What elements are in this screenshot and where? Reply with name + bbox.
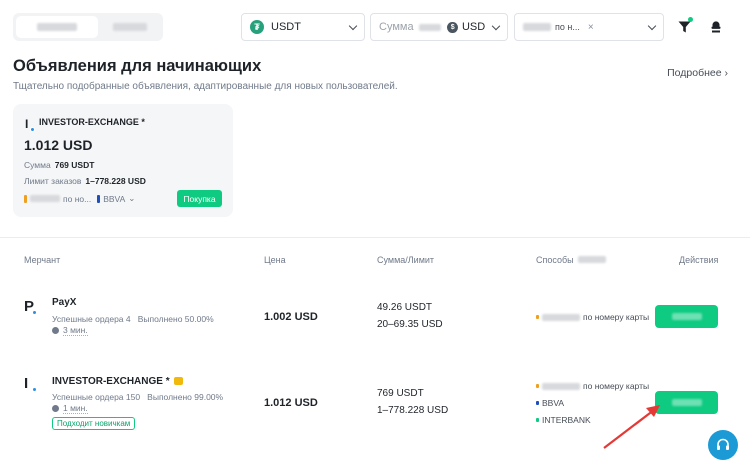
header-amount-limit: Сумма/Лимит <box>377 255 435 265</box>
avatar: I <box>25 117 39 132</box>
ad-amount: 769 USDT <box>377 388 424 399</box>
annotation-arrow-icon <box>603 405 660 449</box>
featured-limit: Лимит заказов 1–778.228 USD <box>24 176 146 186</box>
ad-amount: 49.26 USDT <box>377 302 433 313</box>
bank-indicator <box>24 194 27 203</box>
response-time: 1 мин. <box>52 403 88 414</box>
tab-sell[interactable] <box>100 16 160 38</box>
ad-price: 1.002 USD <box>264 311 318 323</box>
response-time: 3 мин. <box>52 325 88 336</box>
chevron-down-icon[interactable] <box>491 21 501 30</box>
header-price: Цена <box>264 255 286 265</box>
online-dot <box>30 127 35 132</box>
amount-placeholder: Сумма <box>379 21 414 33</box>
trade-type-toggle <box>13 13 163 41</box>
filter-icon <box>678 21 690 33</box>
ad-limit: 1–778.228 USD <box>377 405 449 416</box>
buy-button[interactable] <box>655 305 718 328</box>
payment-method: по номеру карты <box>536 381 649 391</box>
merchant-stats: Успешные ордера 4 Выполнено 50.00% <box>52 314 214 324</box>
notification-dot <box>688 17 693 22</box>
featured-buy-button[interactable]: Покупка <box>177 190 222 207</box>
usd-icon: $ <box>447 21 458 33</box>
beginner-badge: Подходит новичкам <box>52 417 136 430</box>
bank-indicator <box>97 194 101 203</box>
page-title: Объявления для начинающих <box>13 57 262 75</box>
coin-select-value: USDT <box>271 21 301 33</box>
online-dot <box>32 310 37 315</box>
divider <box>0 237 750 238</box>
merchant-stats: Успешные ордера 150 Выполнено 99.00% <box>52 392 224 402</box>
chevron-down-icon <box>647 21 657 30</box>
more-link[interactable]: Подробнее › <box>667 67 728 79</box>
support-button[interactable] <box>708 430 738 460</box>
page-subtitle: Тщательно подобранные объявления, адапти… <box>13 81 398 92</box>
fiat-value: USD <box>461 21 486 33</box>
merchant-name[interactable]: PayX <box>52 297 76 308</box>
featured-amount: Сумма 769 USDT <box>24 160 95 170</box>
header-merchant: Мерчант <box>24 255 61 265</box>
merchant-name[interactable]: INVESTOR-EXCHANGE * <box>52 376 183 387</box>
chevron-down-icon <box>348 21 358 30</box>
payment-method: по номеру карты <box>536 312 649 322</box>
header-actions: Действия <box>679 255 719 265</box>
avatar: P <box>24 298 40 315</box>
expand-icon[interactable]: ⌄ <box>128 193 135 204</box>
clock-icon <box>52 405 59 412</box>
amount-input[interactable]: Сумма $ USD <box>370 13 508 41</box>
online-dot <box>32 387 37 392</box>
clear-icon[interactable]: × <box>588 22 594 33</box>
header-methods: Способы <box>536 255 606 265</box>
usdt-icon: ₮ <box>250 20 264 34</box>
coin-select[interactable]: ₮ USDT <box>241 13 365 41</box>
featured-merchant-name[interactable]: INVESTOR-EXCHANGE * <box>39 117 145 127</box>
avatar: I <box>24 375 40 392</box>
ad-price: 1.012 USD <box>264 397 318 409</box>
payment-method-select[interactable]: по н... × <box>514 13 664 41</box>
payment-method-value: по н... <box>555 22 580 32</box>
featured-price: 1.012 USD <box>24 137 93 153</box>
user-icon <box>711 21 721 33</box>
verified-icon <box>173 377 183 385</box>
account-button[interactable] <box>703 13 729 41</box>
payment-method: BBVA <box>536 398 564 408</box>
filter-button[interactable] <box>671 13 697 41</box>
featured-payment-methods: по но... BBVA ⌄ <box>24 193 135 204</box>
tab-buy[interactable] <box>16 16 98 38</box>
payment-method: INTERBANK <box>536 415 591 425</box>
headset-icon <box>717 438 729 450</box>
ad-limit: 20–69.35 USD <box>377 319 443 330</box>
clock-icon <box>52 327 59 334</box>
